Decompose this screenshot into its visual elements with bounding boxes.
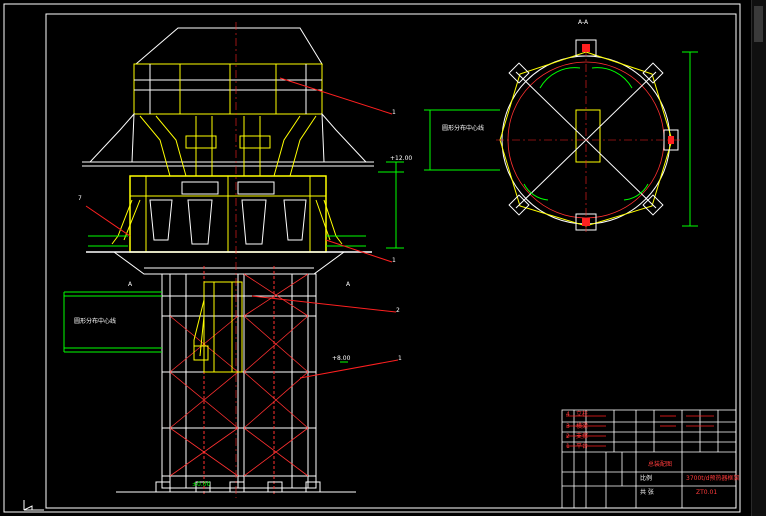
bom-row-3-name: 横梁: [576, 423, 589, 430]
plan-view-title: A-A: [578, 19, 589, 26]
title-block-scale: 比例: [640, 475, 653, 482]
bom-row-1-name: 平台: [576, 443, 589, 450]
section-mark-a-left: A: [128, 281, 133, 288]
vertical-scrollbar[interactable]: [751, 0, 766, 516]
plan-note: 圆形分布中心线: [442, 125, 485, 132]
elev-mark-ground: ±0.00: [192, 481, 211, 488]
leader-number-2: 2: [396, 307, 400, 314]
cross-bracing: [169, 273, 309, 477]
title-block-drawing-title: 3700t/d预热器框架: [686, 475, 740, 482]
elevation-note-lower: 圆形分布中心线: [74, 318, 117, 325]
plan-view: [424, 39, 698, 232]
leader-number-1b: 1: [392, 257, 396, 264]
elev-mark-upper: +12.00: [390, 155, 413, 162]
right-hood: [321, 112, 368, 163]
scrollbar-thumb[interactable]: [754, 6, 763, 42]
bom-row-1-no: 1: [566, 443, 570, 450]
bom-row-3-no: 3: [566, 423, 570, 430]
section-mark-a-right: A: [346, 281, 351, 288]
elevation-view: [63, 22, 404, 498]
leader-number-7: 7: [78, 195, 82, 202]
leader-number-1c: 1: [398, 355, 402, 362]
drawing-outer-frame: [3, 3, 741, 513]
upper-house: [133, 63, 323, 115]
bom-row-4-name: 立柱: [576, 411, 589, 418]
bom-row-2-no: 2: [566, 433, 570, 440]
elev-mark-mid: +8.00: [332, 355, 351, 362]
bom-row-2-name: 支撑: [576, 433, 589, 440]
bom-row-4-no: 4: [566, 411, 570, 418]
cad-drawing-canvas[interactable]: [0, 0, 766, 516]
title-block-company: 总装配图: [648, 461, 673, 468]
left-hood: [88, 112, 135, 163]
title-block-drawing-no: ZT0.01: [696, 489, 718, 496]
leader-number-1a: 1: [392, 109, 396, 116]
plan-columns: [508, 39, 679, 231]
ucs-icon: [23, 500, 44, 511]
title-block-sheet: 共 张: [640, 489, 654, 496]
roof-top: [134, 27, 323, 65]
